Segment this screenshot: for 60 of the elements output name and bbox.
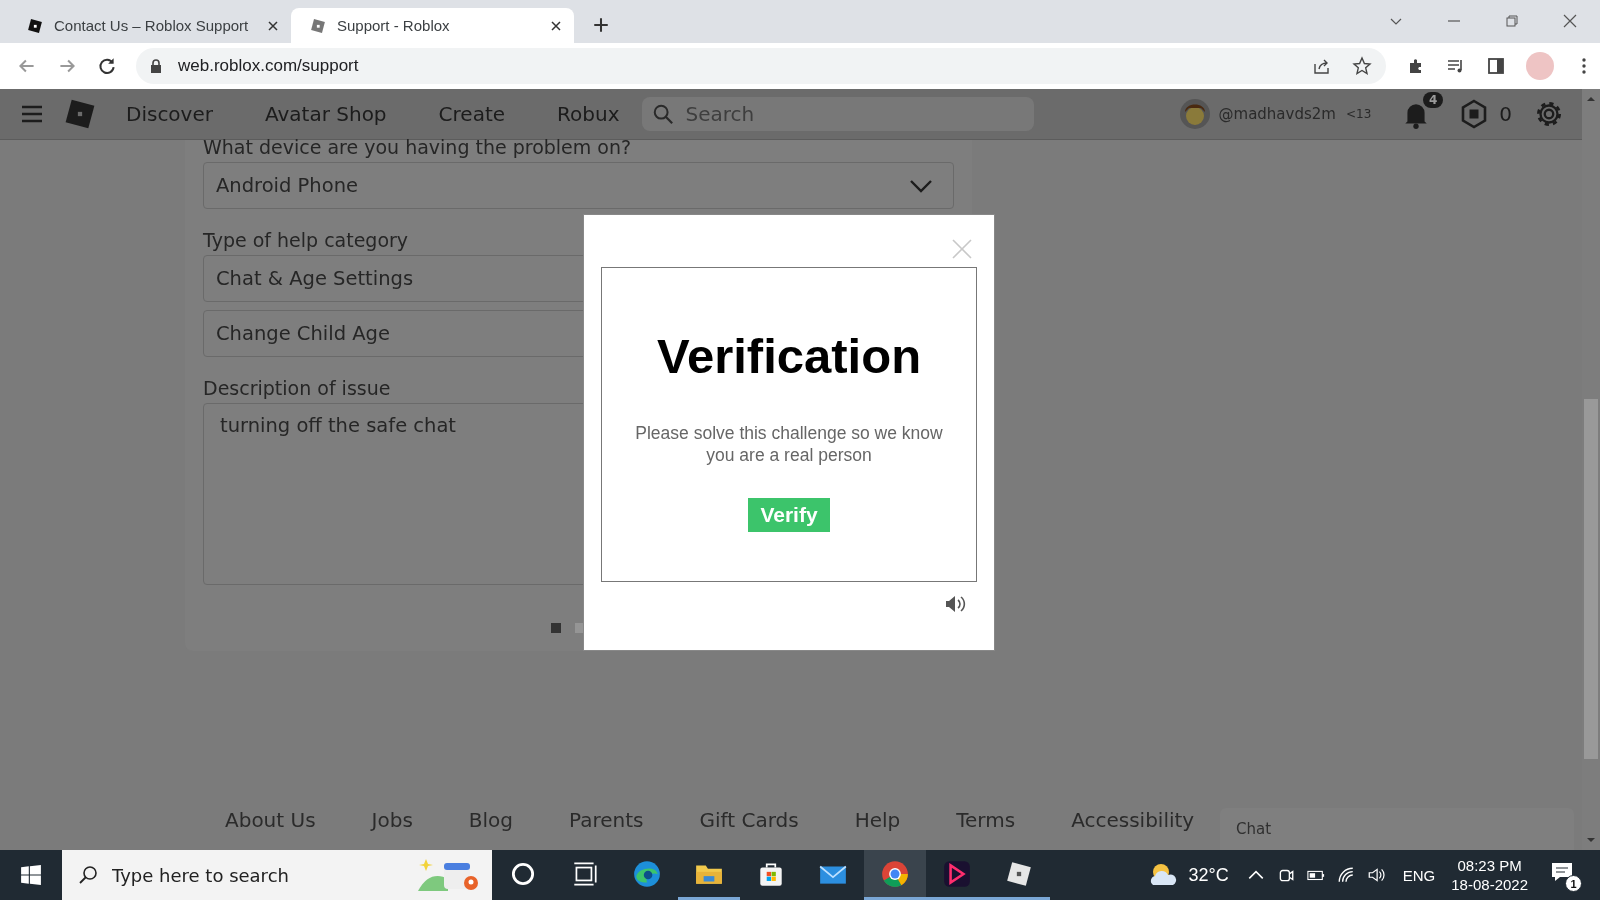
notification-badge: 4 (1422, 92, 1444, 108)
footer-link[interactable]: About Us (225, 808, 316, 832)
field-label: What device are you having the problem on? (203, 136, 633, 158)
star-icon[interactable] (1352, 56, 1372, 76)
nav-link[interactable]: Robux (557, 102, 620, 126)
close-icon[interactable] (267, 19, 279, 32)
scrollbar[interactable] (1582, 89, 1600, 850)
scrollbar-thumb[interactable] (1584, 399, 1598, 759)
speaker-icon[interactable] (944, 594, 968, 614)
language-indicator[interactable]: ENG (1402, 866, 1436, 884)
footer-link[interactable]: Jobs (371, 808, 413, 832)
speaker-icon[interactable] (1366, 866, 1385, 884)
close-icon[interactable] (1562, 13, 1578, 29)
browser-tab[interactable]: Contact Us – Roblox Support (8, 8, 291, 43)
chat-label: Chat (1236, 820, 1272, 838)
search-icon (651, 103, 674, 125)
taskbar-search-bar[interactable]: Type here to search (62, 850, 492, 900)
footer-link[interactable]: Parents (569, 808, 644, 832)
footer-link[interactable]: Gift Cards (699, 808, 799, 832)
browser-tab[interactable]: Support - Roblox (291, 8, 574, 43)
avatar-icon[interactable] (1178, 98, 1211, 130)
footer-link[interactable]: Accessibility (1071, 808, 1195, 832)
clock-time[interactable]: 08:23 PM (1457, 857, 1522, 874)
notification-count: 1 (1565, 875, 1582, 892)
nav-link[interactable]: Create (438, 102, 506, 126)
device-dropdown[interactable]: Android Phone (203, 162, 954, 209)
scroll-down-icon[interactable] (1586, 835, 1596, 845)
verify-button[interactable]: Verify (748, 498, 830, 532)
lock-icon (150, 59, 162, 73)
field-label: Description of issue (203, 377, 392, 399)
nav-link[interactable]: Avatar Shop (265, 102, 387, 126)
footer-link[interactable]: Terms (956, 808, 1016, 832)
side-panel-icon[interactable] (1486, 56, 1506, 76)
windows-start-icon[interactable] (20, 864, 42, 886)
nav-link[interactable]: Discover (126, 102, 213, 126)
tab-title: Support - Roblox (337, 17, 451, 34)
close-icon[interactable] (550, 19, 562, 32)
reload-icon[interactable] (96, 55, 118, 77)
scroll-up-icon[interactable] (1586, 94, 1596, 104)
age-tag: <13 (1345, 107, 1372, 121)
tab-title: Contact Us – Roblox Support (54, 17, 250, 34)
address-field[interactable]: web.roblox.com/support (136, 48, 1386, 84)
search-field[interactable]: Search (641, 97, 1034, 131)
footer-link[interactable]: Help (854, 808, 901, 832)
username[interactable]: @madhavds2m (1218, 105, 1336, 123)
field-label: Type of help category (203, 229, 410, 251)
footer-link[interactable]: Blog (468, 808, 513, 832)
search-icon (78, 865, 98, 885)
dialog-message: Please solve this challenge so we know you are a real person (634, 422, 944, 466)
chrome-icon (880, 858, 910, 889)
restore-icon[interactable] (1504, 13, 1520, 29)
new-tab-icon[interactable] (592, 16, 610, 34)
temperature[interactable]: 32°C (1188, 864, 1229, 886)
robux-balance: 0 (1499, 102, 1512, 126)
clock-date[interactable]: 18-08-2022 (1451, 876, 1528, 893)
chevron-down-icon (909, 178, 933, 193)
wifi-icon[interactable] (1336, 866, 1355, 884)
video-editor-icon (942, 858, 972, 889)
edge-icon (632, 858, 662, 889)
chat-panel[interactable]: Chat (1220, 808, 1574, 850)
